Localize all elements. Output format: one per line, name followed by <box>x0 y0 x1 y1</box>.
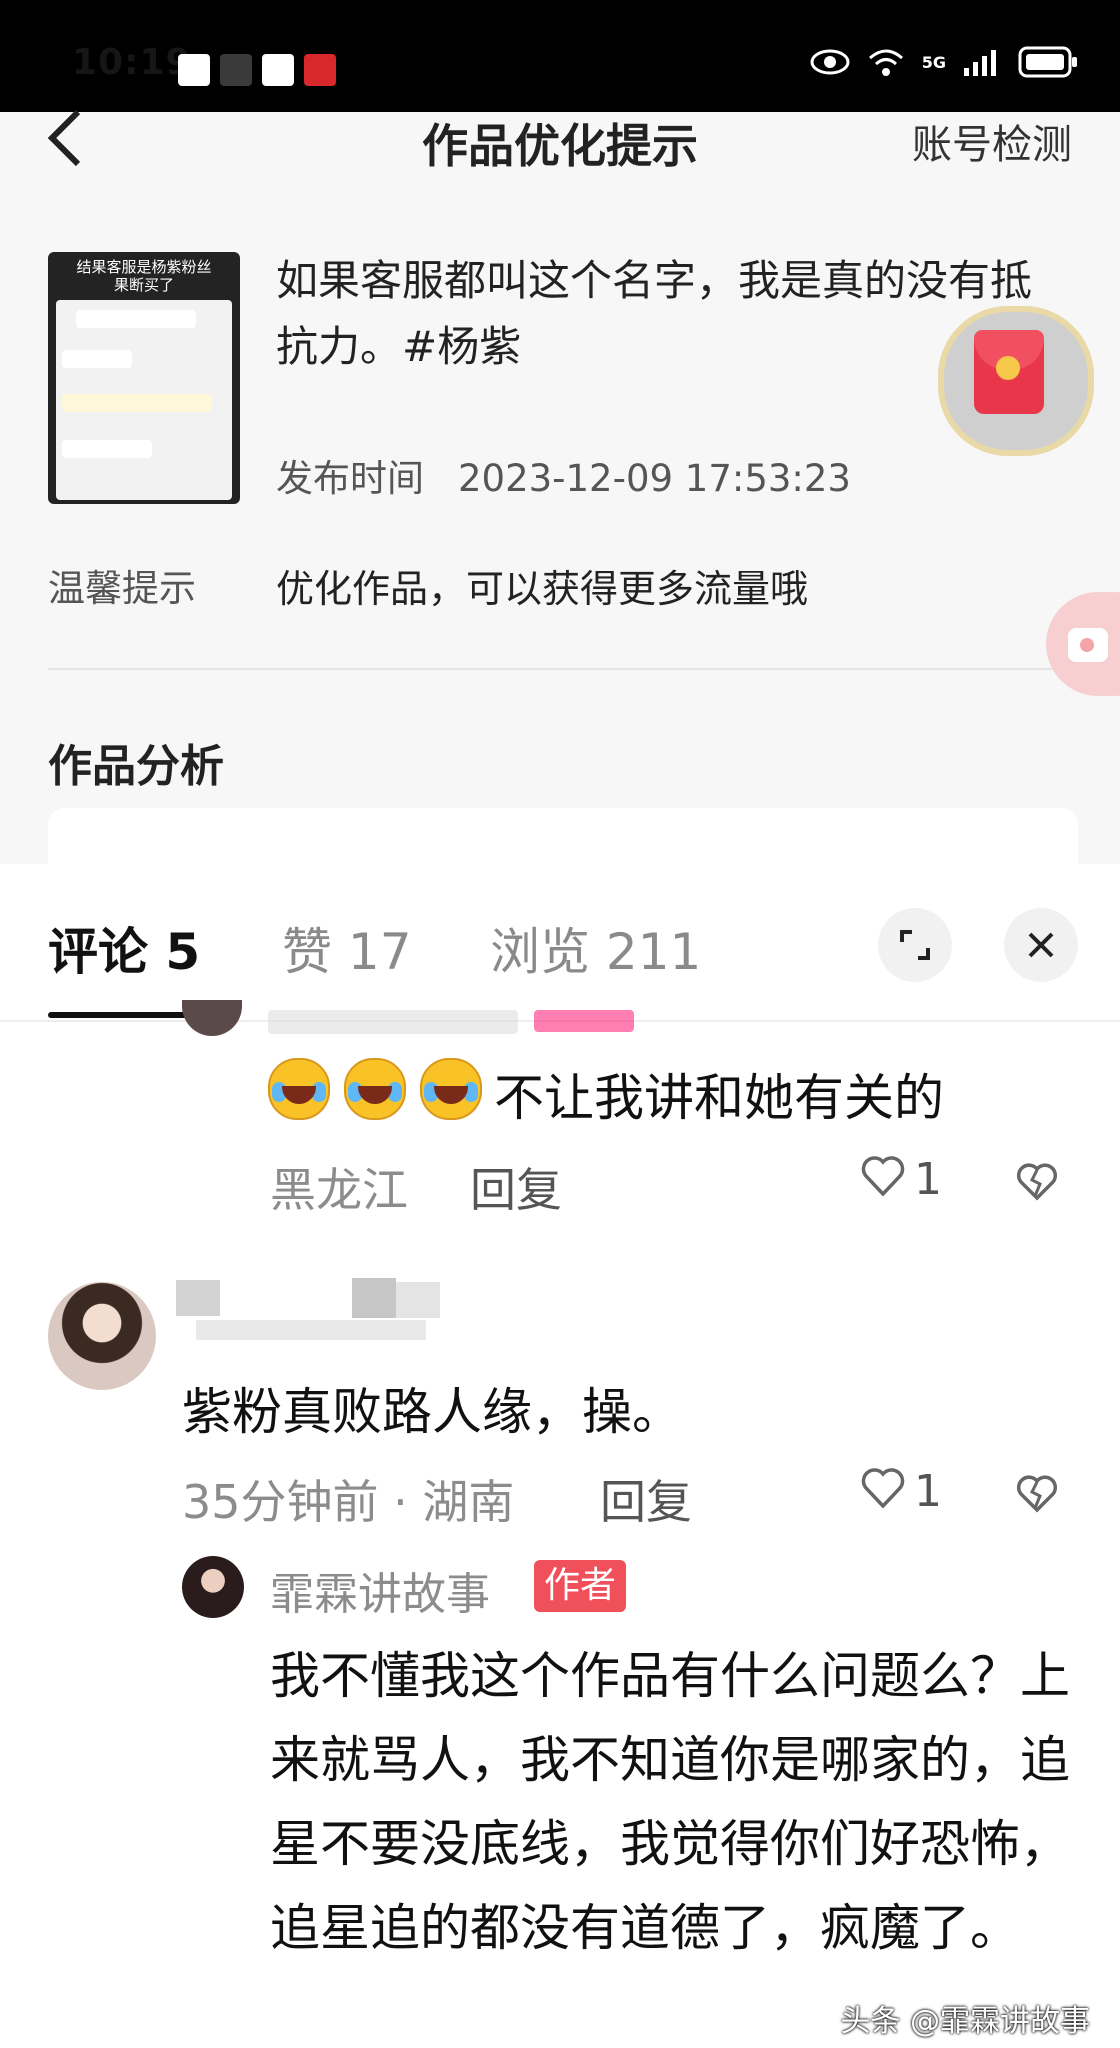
watermark: 头条 @霏霖讲故事 <box>840 2004 1090 2039</box>
like-count: 1 <box>914 1466 942 1517</box>
author-badge: 作者 <box>534 1560 627 1612</box>
divider <box>48 668 1072 670</box>
reply-button[interactable]: 回复 <box>600 1466 692 1532</box>
dislike-icon[interactable] <box>1016 1474 1058 1518</box>
author-name[interactable]: 霏霖讲故事 <box>270 1558 490 1622</box>
expand-icon <box>900 930 930 960</box>
thumbnail-chat-image <box>56 300 232 500</box>
account-check-link[interactable]: 账号检测 <box>912 112 1072 170</box>
tab-comments[interactable]: 评论 5 <box>48 912 200 984</box>
comment-time-location: 35分钟前 · 湖南 <box>182 1475 515 1529</box>
laughing-crying-emoji <box>344 1058 406 1120</box>
dislike-icon[interactable] <box>1016 1162 1058 1206</box>
tip-text: 优化作品，可以获得更多流量哦 <box>276 567 809 611</box>
eye-icon <box>810 49 850 75</box>
laughing-crying-emoji <box>420 1058 482 1120</box>
comment-text: 紫粉真败路人缘，操。 <box>182 1383 682 1441</box>
avatar[interactable] <box>182 1556 244 1618</box>
tip-label: 温馨提示 <box>48 567 196 610</box>
sina-icon <box>262 54 294 86</box>
heart-icon[interactable] <box>860 1154 906 1209</box>
thumbnail-caption: 结果客服是杨紫粉丝 果断买了 <box>76 258 212 294</box>
username-blurred <box>352 1278 396 1318</box>
author-badge-partial <box>534 1010 634 1032</box>
username-partial <box>268 1010 518 1034</box>
soul-icon <box>220 54 252 86</box>
video-icon-dot <box>1080 638 1094 652</box>
like-count: 1 <box>914 1154 942 1205</box>
5g-signal-icon <box>964 50 996 76</box>
comment-text: 不让我讲和她有关的 <box>494 1069 944 1127</box>
expand-button[interactable] <box>878 908 952 982</box>
laughing-crying-emoji <box>268 1058 330 1120</box>
close-button[interactable] <box>1004 908 1078 982</box>
comment-location: 黑龙江 <box>270 1163 408 1217</box>
battery-icon <box>1018 46 1077 78</box>
red-envelope-coin <box>996 356 1020 380</box>
tab-views[interactable]: 浏览 211 <box>490 912 701 984</box>
analysis-title: 作品分析 <box>48 741 224 792</box>
wifi-icon <box>868 49 903 76</box>
comment-text: 我不懂我这个作品有什么问题么？上来就骂人，我不知道你是哪家的，追星不要没底线，我… <box>270 1647 1070 1957</box>
status-right-icons: 5G <box>810 46 1080 78</box>
avatar[interactable] <box>48 1282 156 1390</box>
work-thumbnail[interactable]: 结果客服是杨紫粉丝 果断买了 <box>48 252 240 504</box>
username-blurred <box>176 1280 220 1316</box>
close-icon <box>1028 932 1054 958</box>
network-label: 5G <box>921 52 946 72</box>
username-blurred <box>396 1282 440 1318</box>
heart-icon[interactable] <box>860 1466 906 1521</box>
video-icon <box>178 54 210 86</box>
publish-time-row: 发布时间 2023-12-09 17:53:23 <box>276 448 851 502</box>
status-time: 10:19 <box>72 42 192 83</box>
tab-likes[interactable]: 赞 17 <box>282 912 412 984</box>
publish-label: 发布时间 <box>276 457 424 500</box>
username-blurred <box>196 1320 426 1340</box>
reply-button[interactable]: 回复 <box>470 1154 562 1220</box>
heart-app-icon <box>304 54 336 86</box>
publish-time: 2023-12-09 17:53:23 <box>458 457 851 500</box>
